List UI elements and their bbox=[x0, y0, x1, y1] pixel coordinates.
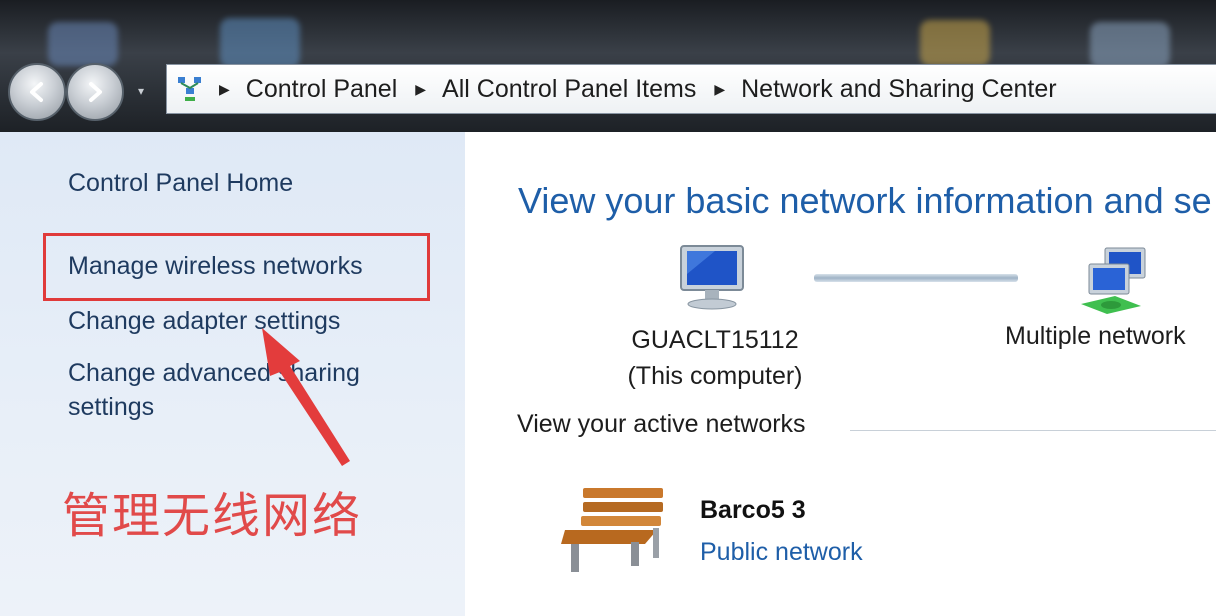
blurred-desktop-icon bbox=[1090, 22, 1170, 68]
forward-button[interactable] bbox=[66, 63, 124, 121]
recent-pages-dropdown[interactable]: ▾ bbox=[138, 84, 156, 102]
blurred-desktop-icon bbox=[920, 20, 990, 66]
back-button[interactable] bbox=[8, 63, 66, 121]
breadcrumb-all-items[interactable]: All Control Panel Items bbox=[442, 75, 696, 104]
breadcrumb-network-center[interactable]: Network and Sharing Center bbox=[741, 75, 1056, 104]
connection-line bbox=[814, 274, 1018, 282]
breadcrumb-separator-icon[interactable]: ▶ bbox=[219, 81, 230, 98]
network-center-icon bbox=[178, 77, 201, 101]
multiple-networks-icon[interactable] bbox=[1075, 244, 1161, 316]
window-titlebar: ▾ ▶ Control Panel ▶ All Control Panel It… bbox=[0, 0, 1216, 132]
breadcrumb-control-panel[interactable]: Control Panel bbox=[246, 75, 397, 104]
blurred-desktop-icon bbox=[48, 22, 118, 66]
section-divider bbox=[850, 430, 1216, 431]
active-networks-heading: View your active networks bbox=[517, 410, 806, 438]
breadcrumb-separator-icon[interactable]: ▶ bbox=[415, 81, 426, 98]
blurred-desktop-icon bbox=[220, 18, 300, 68]
computer-name-text: GUACLT15112 bbox=[631, 326, 799, 354]
multiple-networks-label: Multiple network bbox=[1005, 322, 1186, 350]
breadcrumb-separator-icon[interactable]: ▶ bbox=[714, 81, 725, 98]
network-type-link[interactable]: Public network bbox=[700, 538, 863, 567]
computer-icon[interactable] bbox=[673, 244, 751, 310]
task-pane: Control Panel Home Manage wireless netwo… bbox=[0, 132, 465, 616]
computer-note: (This computer) bbox=[627, 362, 803, 390]
main-content: View your basic network information and … bbox=[465, 132, 1216, 616]
active-network-name: Barco5 3 bbox=[700, 496, 806, 524]
address-bar[interactable]: ▶ Control Panel ▶ All Control Panel Item… bbox=[166, 64, 1216, 114]
back-arrow-icon bbox=[30, 82, 43, 102]
annotation-text: 管理无线网络 bbox=[62, 488, 363, 544]
page-heading: View your basic network information and … bbox=[518, 180, 1212, 221]
park-bench-icon[interactable] bbox=[561, 484, 671, 576]
forward-arrow-icon bbox=[89, 82, 102, 102]
computer-name: GUACLT15112 (This computer) bbox=[585, 322, 845, 394]
